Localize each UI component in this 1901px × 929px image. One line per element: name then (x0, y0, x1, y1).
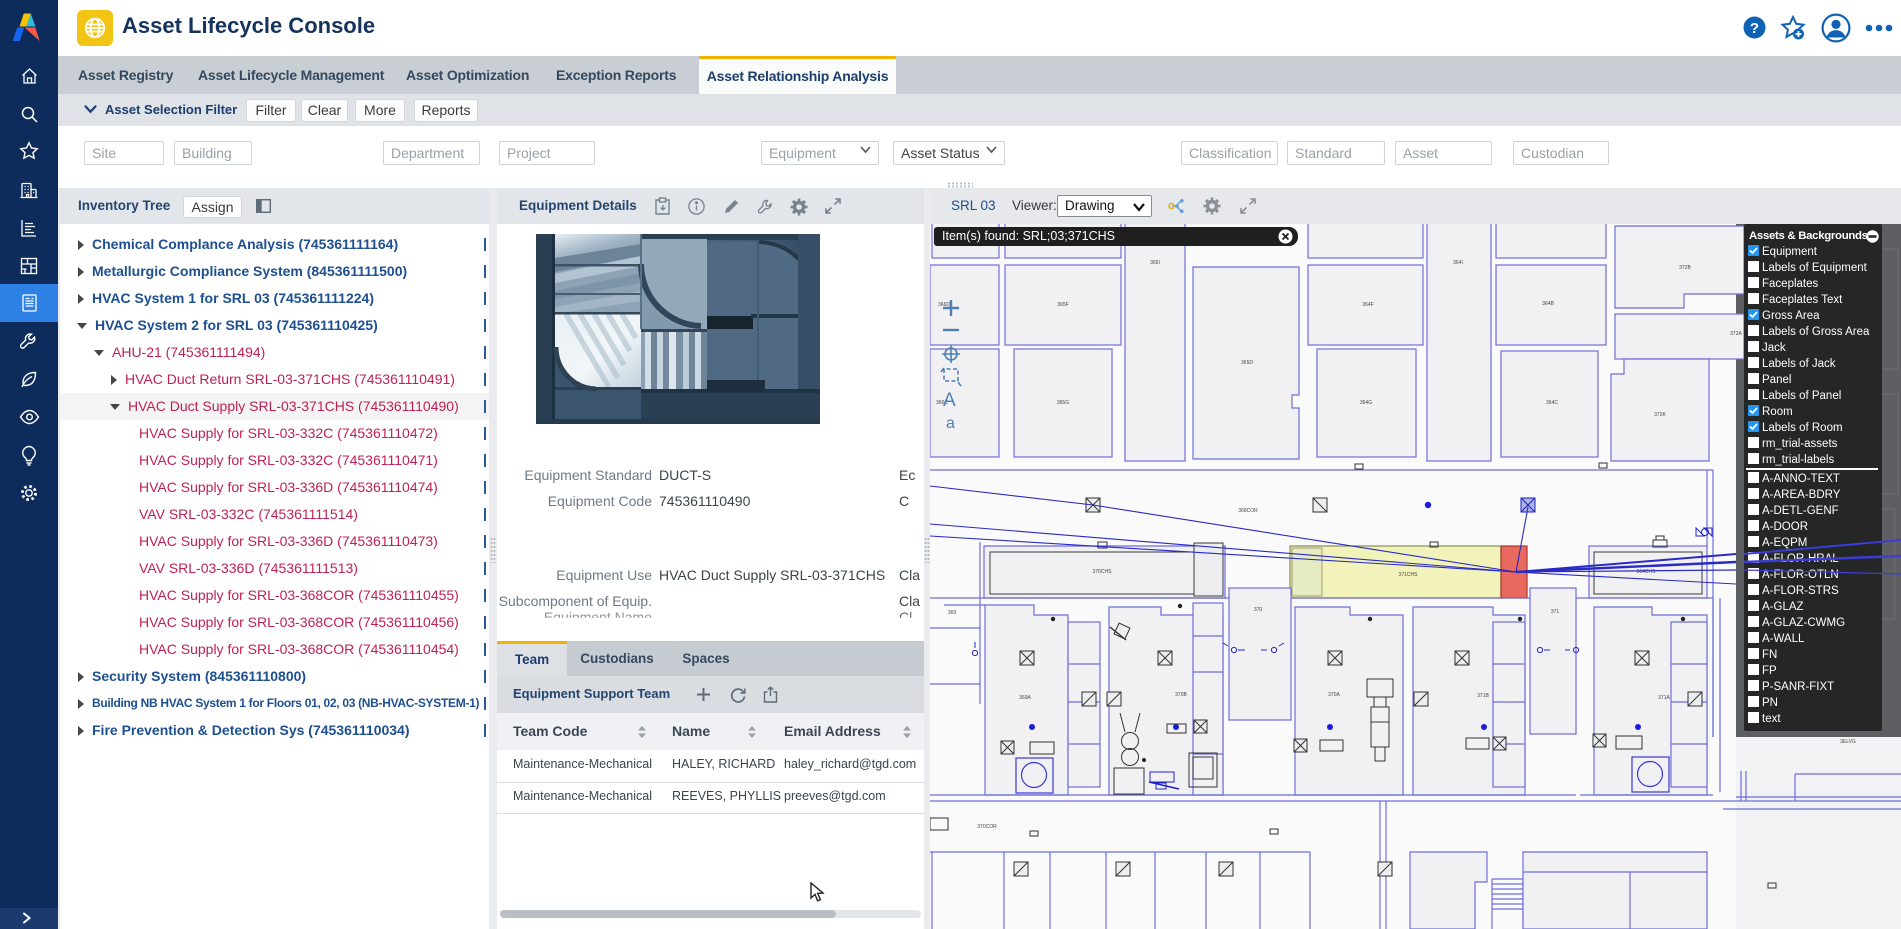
svg-text:371: 371 (1551, 609, 1560, 615)
svg-text:A: A (943, 390, 956, 411)
svg-text:365G: 365G (1057, 400, 1069, 406)
svg-text:372K: 372K (1654, 412, 1666, 418)
svg-text:a: a (946, 415, 955, 432)
svg-text:370CHS: 370CHS (1093, 569, 1113, 575)
svg-text:365I: 365I (1150, 260, 1160, 266)
svg-text:370COR: 370COR (977, 824, 997, 830)
svg-text:370: 370 (1254, 607, 1263, 613)
svg-text:371CHS: 371CHS (1399, 572, 1419, 578)
svg-text:?: ? (1750, 20, 1759, 37)
svg-text:364CHS: 364CHS (1637, 569, 1657, 575)
svg-text:365F: 365F (1057, 302, 1068, 308)
svg-text:370A: 370A (1328, 692, 1340, 698)
svg-text:364G: 364G (1360, 400, 1372, 406)
svg-text:369A: 369A (1019, 695, 1031, 701)
svg-text:369: 369 (948, 610, 957, 616)
svg-text:3ELVG: 3ELVG (1840, 739, 1856, 745)
svg-text:372B: 372B (1679, 265, 1691, 271)
svg-text:368COR: 368COR (1238, 508, 1258, 514)
svg-text:372A: 372A (1730, 331, 1742, 337)
svg-text:364B: 364B (1542, 301, 1554, 307)
svg-text:364F: 364F (1362, 302, 1373, 308)
svg-text:371A: 371A (1658, 695, 1670, 701)
svg-text:365D: 365D (1241, 360, 1253, 366)
svg-text:364I: 364I (1453, 260, 1463, 266)
svg-text:370B: 370B (1175, 692, 1187, 698)
svg-text:371B: 371B (1477, 693, 1489, 699)
svg-text:364C: 364C (1546, 400, 1558, 406)
